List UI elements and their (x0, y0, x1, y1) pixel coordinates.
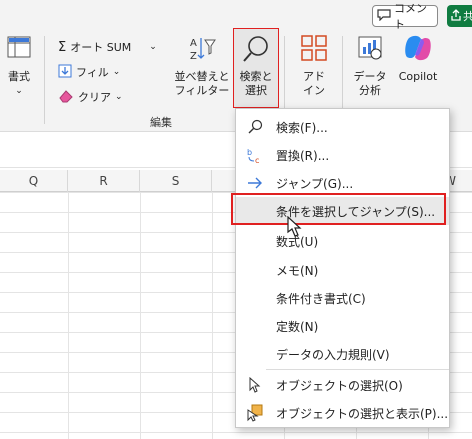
menu-item-label: データの入力規則(V) (276, 347, 390, 362)
find-select-menu: 検索(F)... bc 置換(R)... ジャンプ(G)... 条件を選択してジ… (235, 108, 450, 428)
menu-item-label: 検索(F)... (276, 120, 328, 135)
menu-item-select-objects[interactable]: オブジェクトの選択(O) (236, 371, 449, 399)
chevron-down-icon: ⌄ (112, 67, 121, 77)
menu-item-label: ジャンプ(G)... (276, 176, 354, 191)
column-header-q[interactable]: Q (0, 170, 68, 192)
divider (44, 36, 45, 124)
find-select-button[interactable]: 検索と 選択 (234, 34, 278, 98)
fill-down-icon (58, 64, 72, 81)
menu-item-notes[interactable]: メモ(N) (236, 256, 449, 284)
fill-label: フィル (76, 66, 109, 79)
share-button[interactable]: 共 (447, 5, 472, 27)
menu-item-label: オブジェクトの選択(O) (276, 378, 403, 393)
selection-pane-icon (246, 404, 264, 422)
addins-button[interactable]: アド イン (294, 34, 334, 98)
sigma-icon: Σ (58, 39, 67, 55)
menu-item-label: オブジェクトの選択と表示(P)... (276, 406, 449, 421)
magnifier-icon (241, 34, 271, 68)
autosum-button[interactable]: Σ オート SUM ⌄ (58, 37, 157, 57)
eraser-icon (58, 89, 74, 106)
sort-filter-button[interactable]: AZ 並べ替えと フィルター (172, 34, 232, 98)
comment-label: コメント (394, 2, 427, 31)
data-analysis-icon (356, 34, 384, 66)
copilot-button[interactable]: Copilot (394, 34, 442, 84)
fill-button[interactable]: フィル ⌄ (58, 62, 120, 82)
svg-text:A: A (190, 38, 197, 49)
menu-item-formulas[interactable]: 数式(U) (236, 227, 449, 255)
chevron-down-icon: ⌄ (115, 92, 123, 102)
menu-item-label: 条件付き書式(C) (276, 291, 366, 306)
replace-icon: bc (246, 146, 264, 164)
menu-item-replace[interactable]: bc 置換(R)... (236, 141, 449, 169)
goto-arrow-icon (246, 174, 264, 192)
format-icon (6, 34, 32, 64)
comment-icon (377, 8, 391, 24)
addins-label: アド イン (303, 70, 325, 97)
cursor-select-icon (246, 376, 264, 394)
svg-text:Z: Z (190, 51, 197, 62)
format-label: 書式 (8, 70, 30, 83)
column-header-r[interactable]: R (68, 170, 140, 192)
menu-item-label: メモ(N) (276, 263, 319, 278)
chevron-down-icon: ⌄ (15, 86, 23, 96)
share-label: 共 (463, 10, 472, 23)
data-analysis-button[interactable]: データ 分析 (350, 34, 390, 98)
editing-group-label: 編集 (150, 116, 172, 129)
menu-item-selection-pane[interactable]: オブジェクトの選択と表示(P)... (236, 399, 449, 427)
clear-label: クリア (78, 91, 111, 104)
format-button[interactable]: 書式 ⌄ (4, 34, 34, 98)
autosum-label: オート SUM (70, 41, 132, 54)
clear-button[interactable]: クリア ⌄ (58, 87, 123, 107)
chevron-down-icon: ⌄ (149, 42, 157, 52)
data-analysis-label: データ 分析 (353, 70, 387, 97)
mouse-cursor-icon (286, 215, 302, 241)
menu-item-find[interactable]: 検索(F)... (236, 113, 449, 141)
find-select-label: 検索と 選択 (239, 70, 273, 97)
copilot-icon (403, 34, 433, 66)
highlight-goto-special (231, 193, 446, 225)
sort-filter-label: 並べ替えと フィルター (174, 70, 230, 97)
addins-icon (300, 34, 328, 66)
svg-text:b: b (247, 148, 252, 157)
menu-item-data-validation[interactable]: データの入力規則(V) (236, 340, 449, 368)
title-strip: コメント 共 (0, 0, 472, 31)
share-icon (451, 8, 461, 24)
menu-item-constants[interactable]: 定数(N) (236, 312, 449, 340)
menu-item-conditional-formatting[interactable]: 条件付き書式(C) (236, 284, 449, 312)
svg-text:c: c (255, 156, 259, 164)
comment-button[interactable]: コメント (372, 2, 438, 31)
menu-separator (266, 369, 449, 370)
sort-filter-icon: AZ (187, 34, 217, 66)
column-header-s[interactable]: S (140, 170, 212, 192)
search-icon (246, 118, 264, 136)
menu-item-label: 置換(R)... (276, 148, 330, 163)
menu-item-label: 定数(N) (276, 319, 319, 334)
copilot-label: Copilot (398, 70, 438, 83)
